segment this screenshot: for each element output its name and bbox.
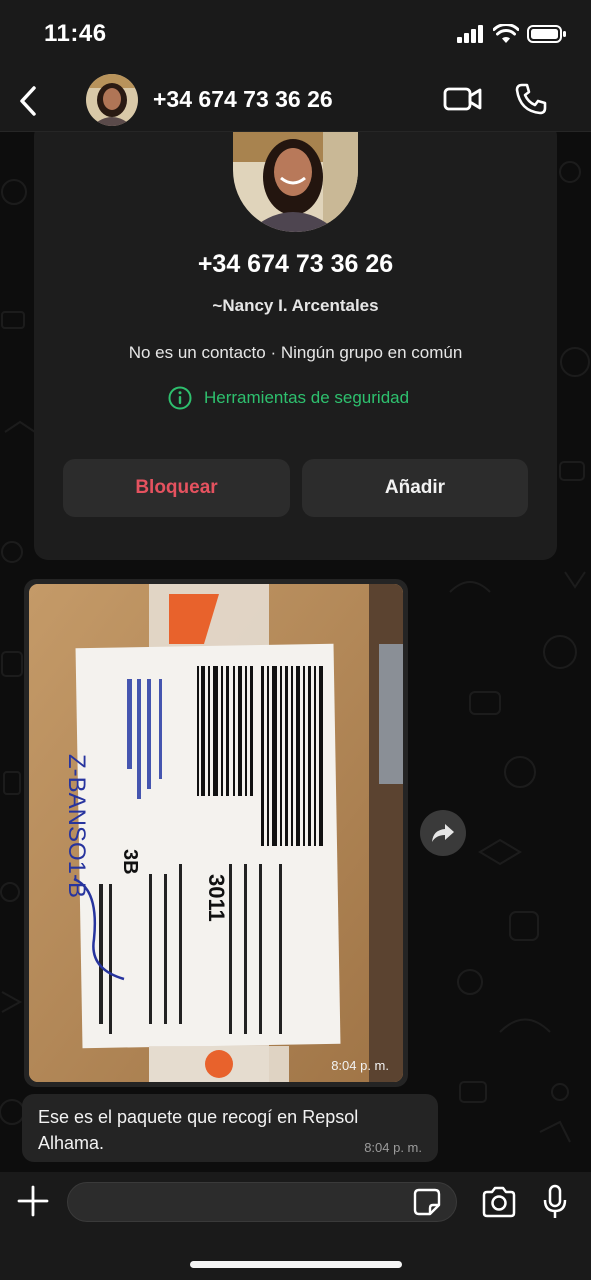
video-camera-icon[interactable] [443,84,483,114]
chat-area[interactable]: +34 674 73 36 26 ~Nancy I. Arcentales No… [0,132,591,1172]
profile-name: ~Nancy I. Arcentales [212,296,379,315]
safety-tools-link[interactable]: Herramientas de seguridad [168,386,409,410]
home-indicator [190,1261,402,1268]
status-icons [457,24,567,44]
profile-phone: +34 674 73 36 26 [197,250,394,278]
add-contact-button[interactable]: Añadir [302,459,528,517]
avatar[interactable] [86,74,138,126]
cellular-signal-icon [457,25,483,43]
contact-info-card: +34 674 73 36 26 ~Nancy I. Arcentales No… [34,132,557,560]
text-message[interactable]: Ese es el paquete que recogí en Repsol A… [22,1094,438,1162]
block-button[interactable]: Bloquear [63,459,290,517]
message-text: Ese es el paquete que recogí en Repsol A… [38,1107,359,1153]
chat-header: +34 674 73 36 26 [0,70,591,132]
status-bar: 11:46 [0,0,591,70]
composer-bar [0,1172,591,1280]
phone-icon[interactable] [514,82,548,116]
contact-status-info: No es un contacto · Ningún grupo en comú… [128,343,463,362]
handwritten-code: Z-BANSO1-B [63,754,90,898]
microphone-icon[interactable] [542,1184,568,1220]
info-circle-icon [168,386,192,410]
camera-icon[interactable] [481,1186,517,1218]
message-timestamp: 8:04 p. m. [364,1140,422,1155]
plus-icon[interactable] [16,1184,50,1218]
image-timestamp: 8:04 p. m. [331,1058,389,1073]
status-time: 11:46 [44,20,107,47]
safety-tools-label: Herramientas de seguridad [204,388,410,407]
forward-arrow-icon [432,824,454,842]
label-route-code: 3011 [204,874,229,922]
contact-phone-title[interactable]: +34 674 73 36 26 [153,86,333,113]
message-input[interactable] [67,1182,457,1222]
forward-button[interactable] [420,810,466,856]
chevron-left-icon[interactable] [14,82,46,120]
battery-icon [527,25,566,43]
sticker-icon[interactable] [413,1188,441,1216]
package-photo[interactable]: 3011 3B Z-BANSO1-B 8:04 p. m. [29,584,403,1082]
profile-photo[interactable] [233,132,358,232]
wifi-icon [493,24,519,43]
label-zone-code: 3B [119,849,141,875]
image-message[interactable]: 3011 3B Z-BANSO1-B 8:04 p. m. [24,579,408,1087]
